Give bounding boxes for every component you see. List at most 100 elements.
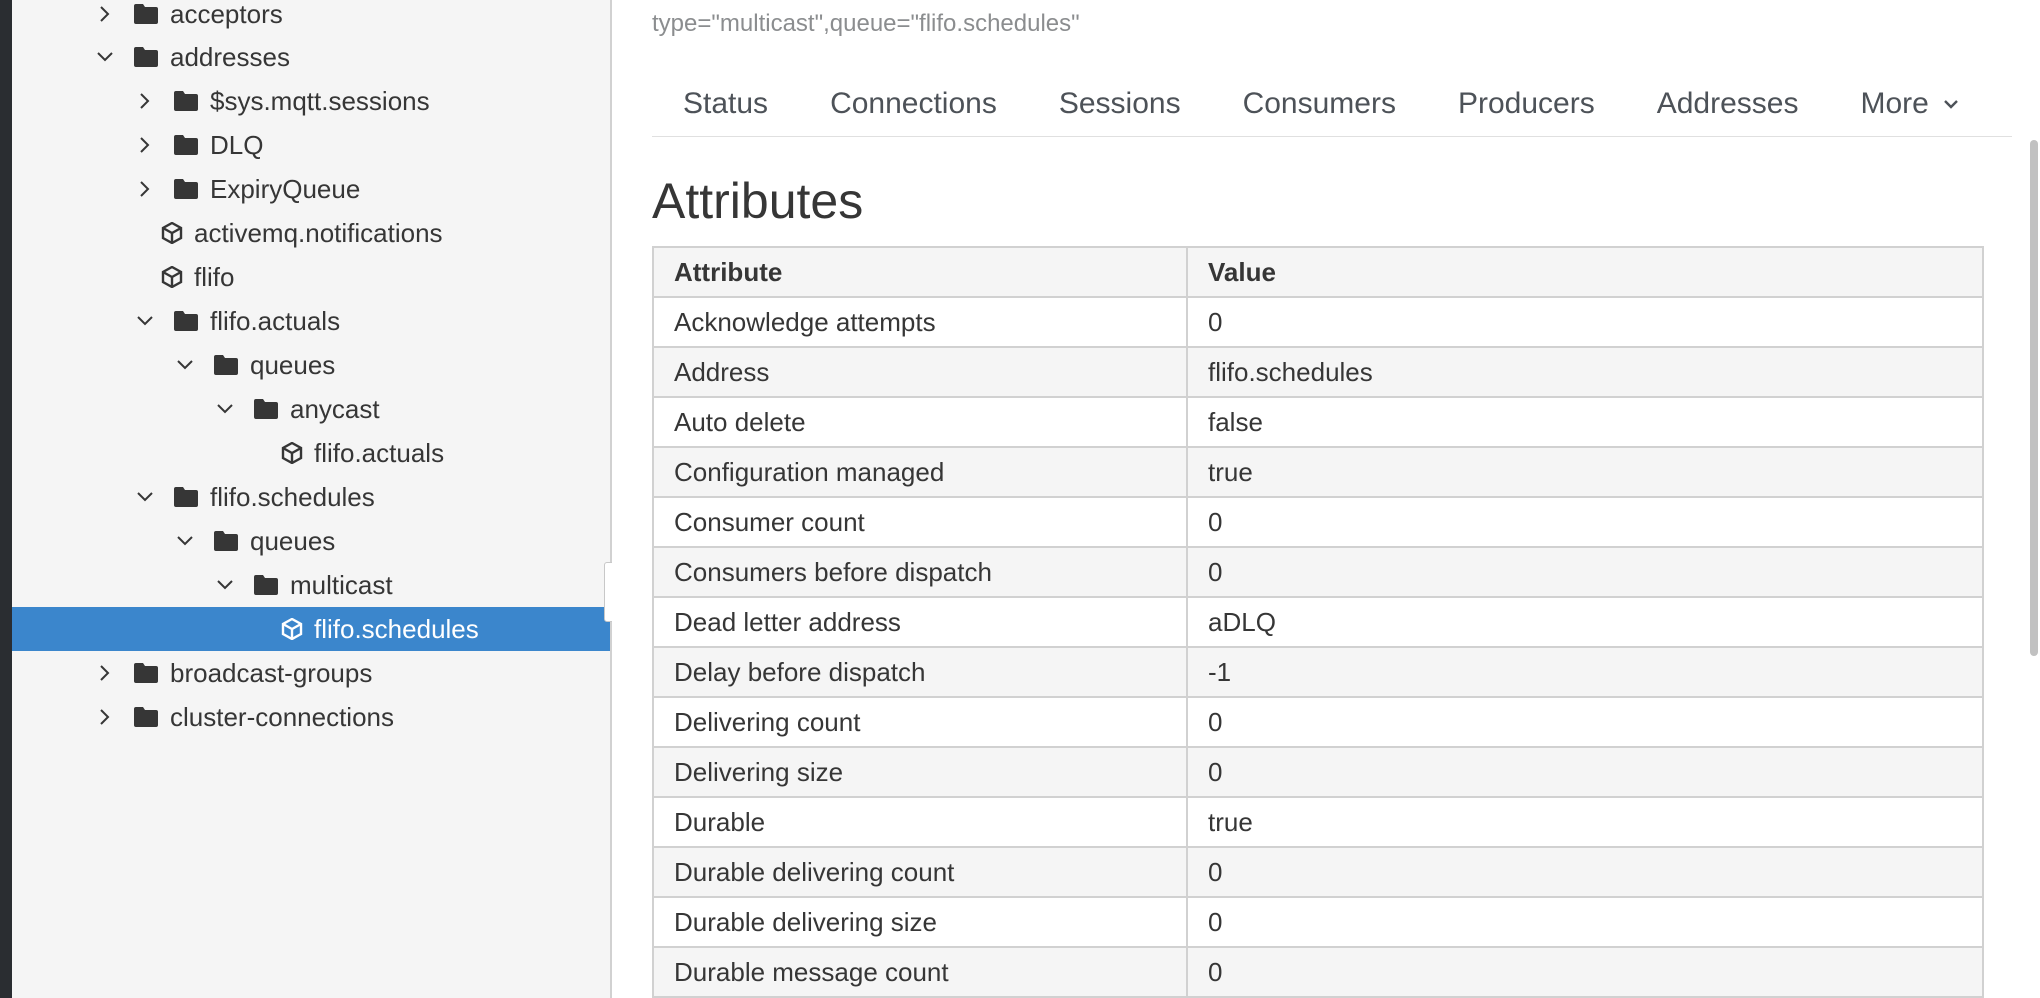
cube-icon — [160, 219, 184, 247]
tree-node-label: activemq.notifications — [194, 217, 443, 248]
chevron-down-icon[interactable] — [214, 398, 236, 420]
table-row[interactable]: Consumer count 0 — [652, 496, 1984, 548]
chevron-right-icon[interactable] — [94, 706, 116, 728]
attribute-name: Dead letter address — [652, 596, 1188, 648]
tab-producers[interactable]: Producers — [1427, 72, 1626, 136]
tree-node-label: broadcast-groups — [170, 657, 373, 688]
attribute-value: 0 — [1186, 696, 1984, 748]
tab-connections[interactable]: Connections — [799, 72, 1028, 136]
chevron-down-icon — [1943, 98, 1959, 110]
table-row[interactable]: Configuration managed true — [652, 446, 1984, 498]
attribute-value: 0 — [1186, 946, 1984, 998]
tree-node-cluster-connections[interactable]: cluster-connections — [12, 695, 610, 739]
attribute-name: Auto delete — [652, 396, 1188, 448]
attribute-name: Delivering size — [652, 746, 1188, 798]
tree-node-label: anycast — [290, 393, 380, 424]
attribute-value: 0 — [1186, 496, 1984, 548]
tree-node-flifo-schedules-queue[interactable]: flifo.schedules — [12, 607, 610, 651]
tree-node-label: addresses — [170, 41, 290, 72]
tab-more-label: More — [1860, 87, 1929, 120]
table-row[interactable]: Durable delivering count 0 — [652, 846, 1984, 898]
chevron-down-icon[interactable] — [134, 486, 156, 508]
folder-icon — [172, 175, 200, 203]
attribute-name: Acknowledge attempts — [652, 296, 1188, 348]
chevron-right-icon[interactable] — [94, 3, 116, 25]
table-row[interactable]: Address flifo.schedules — [652, 346, 1984, 398]
tree-node-expiry-queue[interactable]: ExpiryQueue — [12, 167, 610, 211]
chevron-right-icon[interactable] — [134, 134, 156, 156]
jmx-tree-sidebar: acceptors addresses $sys.mqtt.sessions D… — [12, 0, 612, 998]
tree-node-flifo-schedules[interactable]: flifo.schedules — [12, 475, 610, 519]
tree-node-activemq-notifications[interactable]: activemq.notifications — [12, 211, 610, 255]
attribute-value: 0 — [1186, 896, 1984, 948]
chevron-down-icon[interactable] — [174, 354, 196, 376]
tab-more-dropdown[interactable]: More — [1829, 72, 1989, 136]
folder-icon — [252, 395, 280, 423]
attribute-value: true — [1186, 446, 1984, 498]
column-header-value[interactable]: Value — [1186, 246, 1984, 298]
tab-status[interactable]: Status — [652, 72, 799, 136]
attribute-name: Durable — [652, 796, 1188, 848]
tree-node-queues[interactable]: queues — [12, 343, 610, 387]
tree-node-label: DLQ — [210, 129, 264, 160]
table-row[interactable]: Consumers before dispatch 0 — [652, 546, 1984, 598]
table-row[interactable]: Durable message count 0 — [652, 946, 1984, 998]
tree-node-flifo[interactable]: flifo — [12, 255, 610, 299]
attribute-name: Consumers before dispatch — [652, 546, 1188, 598]
table-row[interactable]: Delivering size 0 — [652, 746, 1984, 798]
table-row[interactable]: Acknowledge attempts 0 — [652, 296, 1984, 348]
tree-node-multicast[interactable]: multicast — [12, 563, 610, 607]
tree-node-flifo-actuals[interactable]: flifo.actuals — [12, 299, 610, 343]
folder-icon — [172, 307, 200, 335]
tree-node-addresses[interactable]: addresses — [12, 35, 610, 79]
table-row[interactable]: Auto delete false — [652, 396, 1984, 448]
cube-icon — [280, 439, 304, 467]
table-row[interactable]: Durable delivering size 0 — [652, 896, 1984, 948]
folder-icon — [172, 131, 200, 159]
attribute-value: 0 — [1186, 296, 1984, 348]
object-name-header: type="multicast",queue="flifo.schedules" — [652, 10, 1080, 37]
chevron-right-icon[interactable] — [134, 90, 156, 112]
chevron-down-icon[interactable] — [94, 46, 116, 68]
chevron-down-icon[interactable] — [134, 310, 156, 332]
attribute-value: flifo.schedules — [1186, 346, 1984, 398]
table-row[interactable]: Delay before dispatch -1 — [652, 646, 1984, 698]
tree-node-label: $sys.mqtt.sessions — [210, 85, 430, 116]
attribute-name: Durable delivering size — [652, 896, 1188, 948]
tree-node-label: flifo.schedules — [314, 613, 479, 644]
tab-consumers[interactable]: Consumers — [1212, 72, 1427, 136]
attributes-table: Attribute Value Acknowledge attempts 0 Ad… — [652, 246, 1984, 998]
tab-bar: Status Connections Sessions Consumers Pr… — [652, 72, 2012, 137]
tree-node-dlq[interactable]: DLQ — [12, 123, 610, 167]
tree-node-label: queues — [250, 525, 336, 556]
chevron-down-icon[interactable] — [174, 530, 196, 552]
tree-node-flifo-actuals-queue[interactable]: flifo.actuals — [12, 431, 610, 475]
cube-icon — [280, 615, 304, 643]
folder-icon — [252, 571, 280, 599]
tree-node-label: flifo.schedules — [210, 481, 375, 512]
section-title: Attributes — [652, 173, 864, 229]
attribute-name: Address — [652, 346, 1188, 398]
attribute-name: Durable delivering count — [652, 846, 1188, 898]
table-row[interactable]: Dead letter address aDLQ — [652, 596, 1984, 648]
tree-node-label: multicast — [290, 569, 393, 600]
tree-node-acceptors[interactable]: acceptors — [12, 0, 610, 36]
table-row[interactable]: Delivering count 0 — [652, 696, 1984, 748]
tab-addresses[interactable]: Addresses — [1626, 72, 1830, 136]
attribute-name: Consumer count — [652, 496, 1188, 548]
tree-node-sys-mqtt-sessions[interactable]: $sys.mqtt.sessions — [12, 79, 610, 123]
tree-node-anycast[interactable]: anycast — [12, 387, 610, 431]
folder-icon — [132, 659, 160, 687]
chevron-right-icon[interactable] — [134, 178, 156, 200]
tab-sessions[interactable]: Sessions — [1028, 72, 1212, 136]
attribute-name: Delivering count — [652, 696, 1188, 748]
tree-node-broadcast-groups[interactable]: broadcast-groups — [12, 651, 610, 695]
chevron-right-icon[interactable] — [94, 662, 116, 684]
folder-icon — [132, 703, 160, 731]
chevron-down-icon[interactable] — [214, 574, 236, 596]
table-row[interactable]: Durable true — [652, 796, 1984, 848]
attribute-name: Configuration managed — [652, 446, 1188, 498]
column-header-attribute[interactable]: Attribute — [652, 246, 1188, 298]
main-scrollbar-thumb[interactable] — [2030, 140, 2038, 656]
tree-node-queues[interactable]: queues — [12, 519, 610, 563]
